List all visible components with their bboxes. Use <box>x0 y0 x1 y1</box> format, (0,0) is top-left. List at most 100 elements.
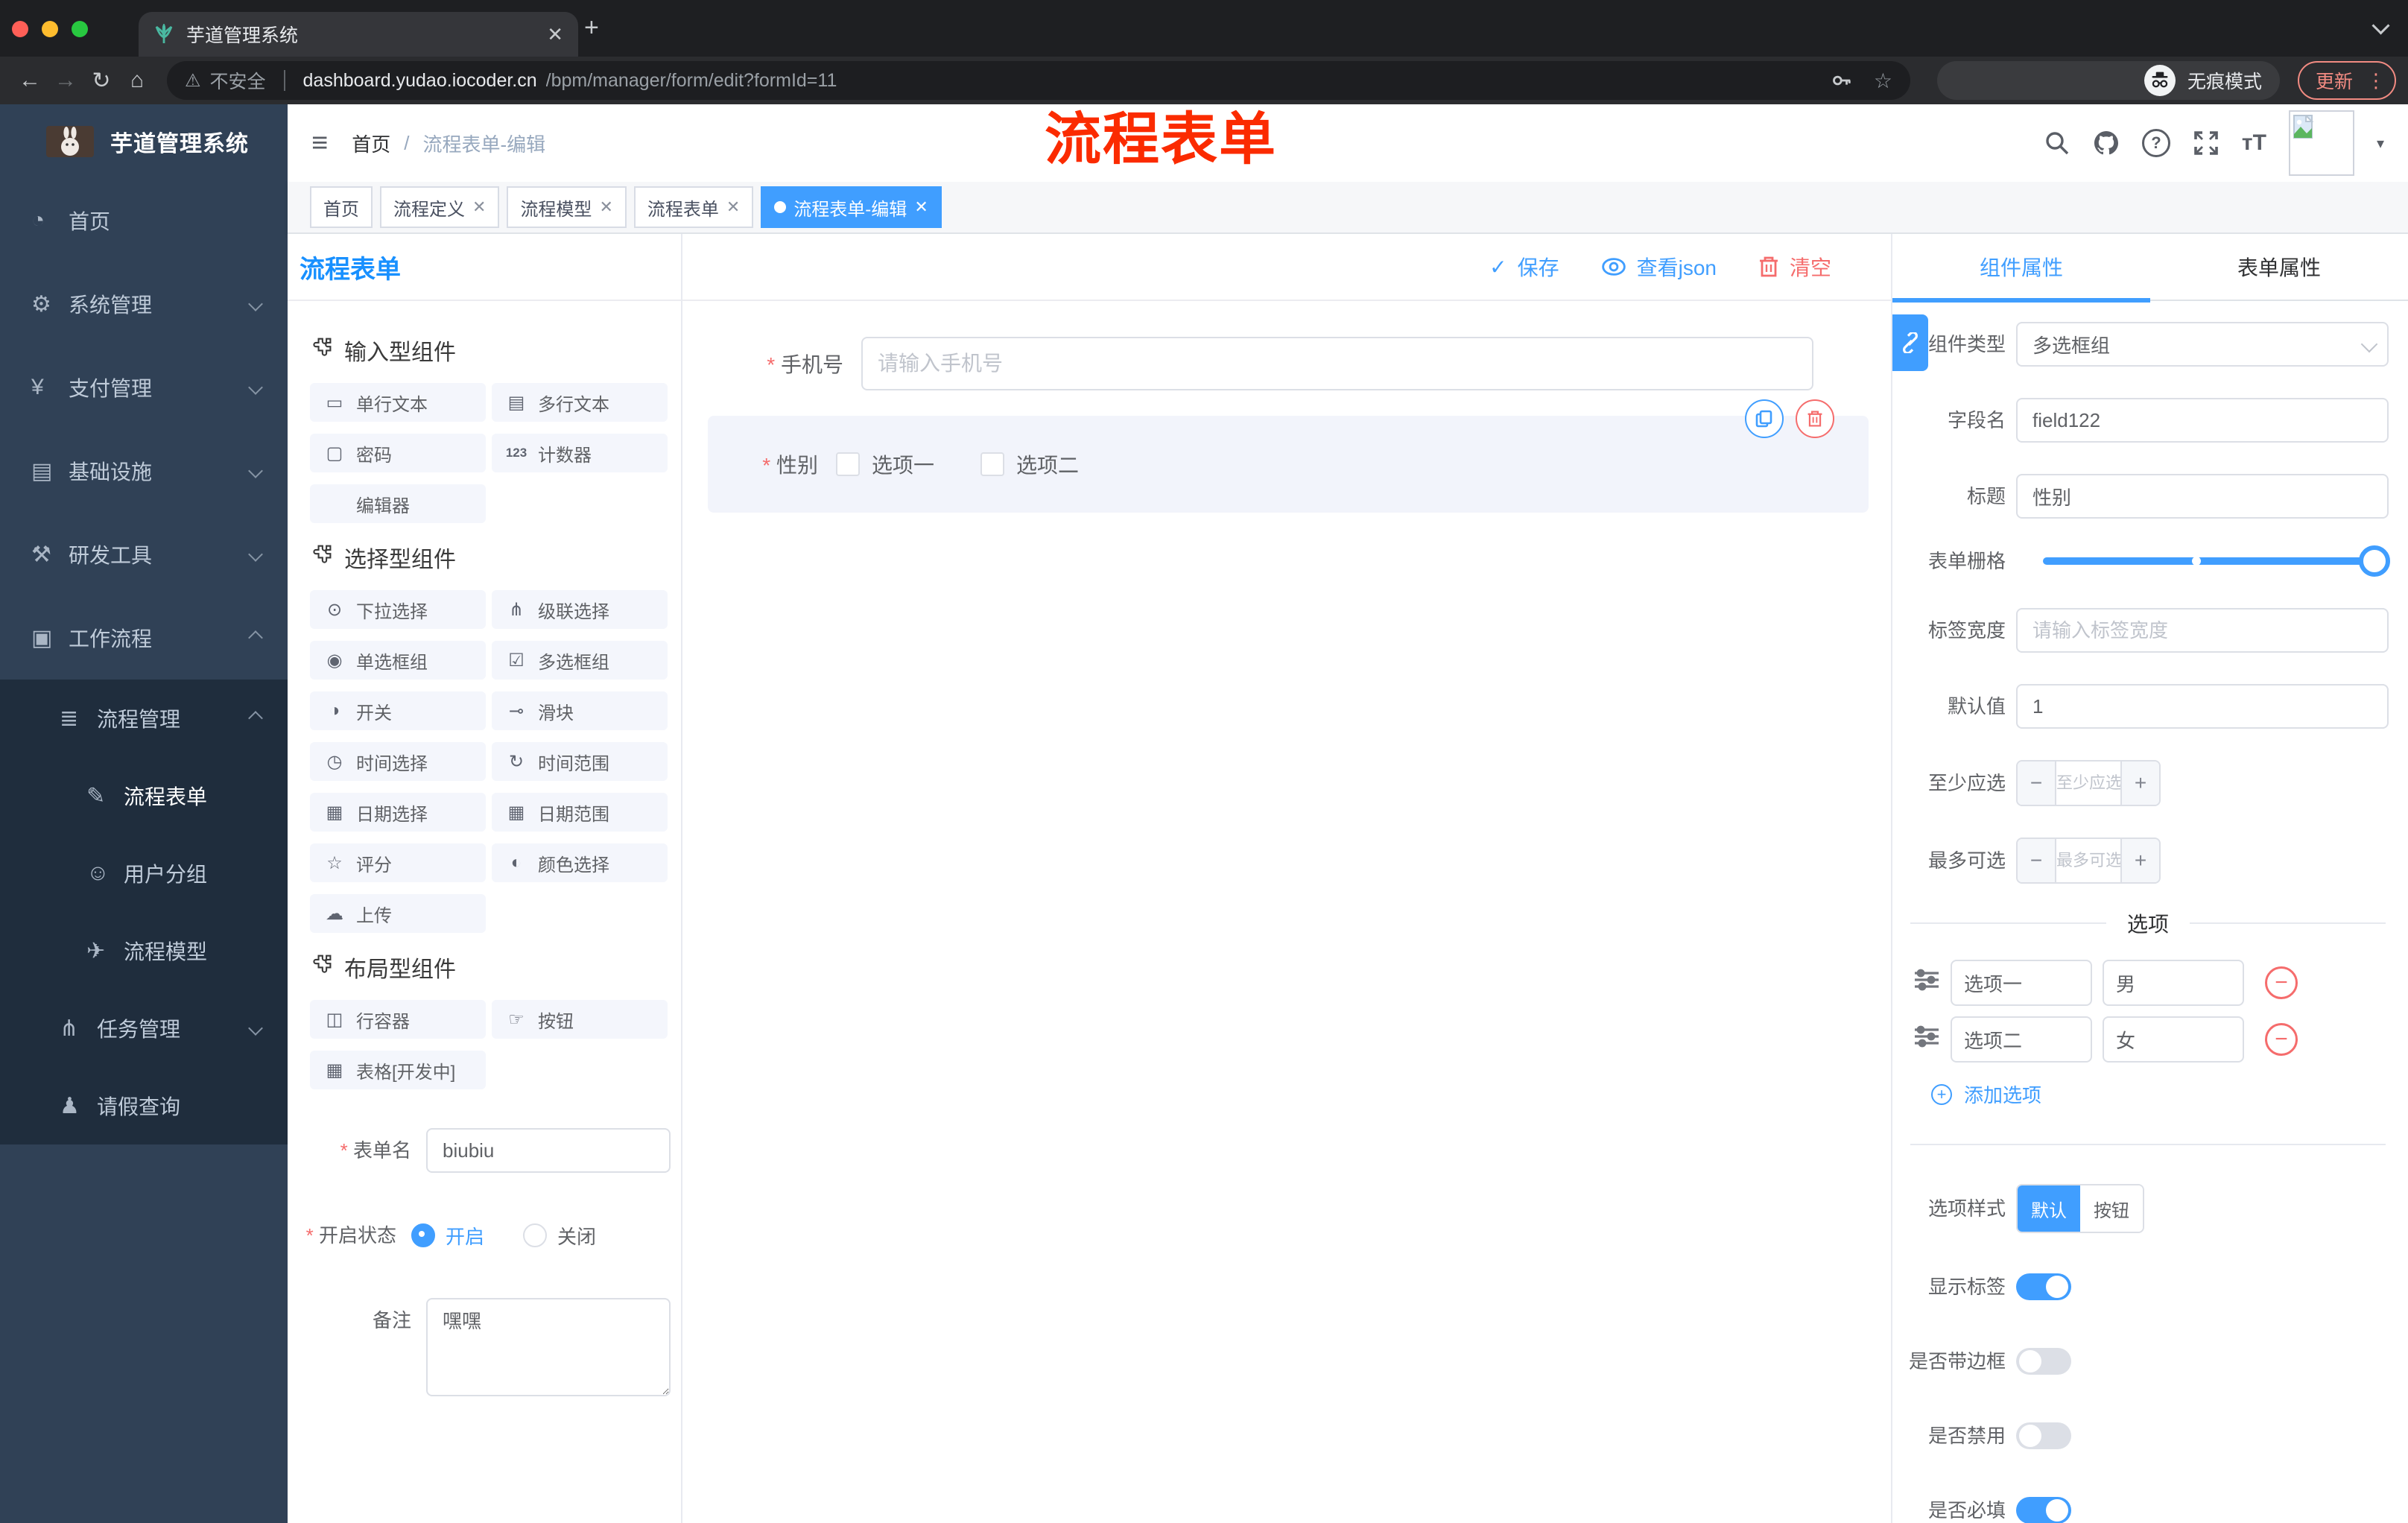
component-chip-评分[interactable]: ☆ 评分 <box>310 843 486 882</box>
tab-流程定义[interactable]: 流程定义 ✕ <box>380 186 500 228</box>
component-chip-单选框组[interactable]: ◉ 单选框组 <box>310 641 486 680</box>
option-label-input[interactable] <box>1951 960 2092 1006</box>
bookmark-star-icon[interactable]: ☆ <box>1874 69 1892 93</box>
drag-handle-icon[interactable] <box>1913 1025 1940 1054</box>
option-style-默认[interactable]: 默认 <box>2018 1185 2080 1232</box>
tag-close-icon[interactable]: ✕ <box>914 197 928 217</box>
tab-close-icon[interactable]: ✕ <box>547 23 563 46</box>
sidebar-item-流程模型[interactable]: ✈ 流程模型 <box>0 912 288 990</box>
checkbox-选项二[interactable] <box>980 452 1005 476</box>
label-width-input[interactable] <box>2016 608 2389 653</box>
slider-handle[interactable] <box>2359 545 2390 577</box>
tag-close-icon[interactable]: ✕ <box>472 197 486 217</box>
toggle-显示标签[interactable] <box>2016 1273 2071 1300</box>
form-remark-textarea[interactable]: 嘿嘿 <box>426 1298 671 1396</box>
component-chip-编辑器[interactable]: 编辑器 <box>310 484 486 523</box>
breadcrumb-home[interactable]: 首页 <box>352 130 390 157</box>
sidebar-item-系统管理[interactable]: ⚙ 系统管理 <box>0 262 288 346</box>
phone-input[interactable] <box>861 337 1813 390</box>
save-button[interactable]: ✓ 保存 <box>1489 252 1559 282</box>
avatar[interactable] <box>2288 110 2354 176</box>
reload-icon[interactable]: ↻ <box>83 68 119 94</box>
sidebar-item-请假查询[interactable]: ♟ 请假查询 <box>0 1067 288 1144</box>
back-icon[interactable]: ← <box>12 68 48 93</box>
avatar-caret-icon[interactable]: ▾ <box>2377 134 2384 153</box>
component-chip-日期范围[interactable]: ▦ 日期范围 <box>492 793 668 832</box>
status-radio-关闭[interactable] <box>523 1223 548 1247</box>
zoom-window-button[interactable] <box>72 21 88 37</box>
forward-icon[interactable]: → <box>48 68 83 93</box>
component-chip-表格[开发中][interactable]: ▦ 表格[开发中] <box>310 1051 486 1089</box>
component-chip-下拉选择[interactable]: ⊙ 下拉选择 <box>310 590 486 629</box>
component-chip-开关[interactable]: ◑ 开关 <box>310 691 486 730</box>
minus-button[interactable]: − <box>2018 762 2055 805</box>
remove-option-button[interactable]: − <box>2265 966 2298 999</box>
app-logo[interactable]: 芋道管理系统 <box>0 104 288 179</box>
sidebar-item-用户分组[interactable]: ☺ 用户分组 <box>0 835 288 912</box>
sidebar-item-首页[interactable]: ◔ 首页 <box>0 179 288 262</box>
clear-button[interactable]: 清空 <box>1758 252 1831 282</box>
option-style-按钮[interactable]: 按钮 <box>2080 1185 2143 1232</box>
browser-menu-dots-icon[interactable]: ⋮ <box>2366 69 2386 92</box>
sidebar-item-任务管理[interactable]: ⋔ 任务管理 <box>0 990 288 1067</box>
form-name-input[interactable] <box>426 1128 671 1173</box>
link-badge-icon[interactable] <box>1892 314 1928 371</box>
home-icon[interactable]: ⌂ <box>119 68 155 93</box>
status-radio-开启[interactable] <box>411 1223 435 1247</box>
browser-tab[interactable]: 芋道管理系统 ✕ <box>139 12 578 57</box>
tag-close-icon[interactable]: ✕ <box>599 197 612 217</box>
new-tab-button[interactable]: + <box>584 13 599 42</box>
tab-表单属性[interactable]: 表单属性 <box>2150 234 2408 300</box>
sidebar-item-工作流程[interactable]: ▣ 工作流程 <box>0 596 288 680</box>
sidebar-item-流程表单[interactable]: ✎ 流程表单 <box>0 757 288 835</box>
copy-component-button[interactable] <box>1745 399 1784 438</box>
toggle-是否带边框[interactable] <box>2016 1348 2071 1375</box>
tab-流程表单[interactable]: 流程表单 ✕ <box>633 186 754 228</box>
tab-首页[interactable]: 首页 <box>310 186 373 228</box>
update-browser-button[interactable]: 更新 ⋮ <box>2297 61 2396 100</box>
component-chip-滑块[interactable]: ⊸ 滑块 <box>492 691 668 730</box>
sidebar-item-基础设施[interactable]: ▤ 基础设施 <box>0 429 288 513</box>
tab-组件属性[interactable]: 组件属性 <box>1892 234 2150 300</box>
sidebar-item-流程管理[interactable]: ≣ 流程管理 <box>0 680 288 757</box>
font-size-icon[interactable]: ᴛT <box>2242 130 2266 156</box>
component-chip-计数器[interactable]: 123 计数器 <box>492 434 668 472</box>
component-type-select[interactable] <box>2016 322 2389 367</box>
github-icon[interactable] <box>2093 130 2120 156</box>
delete-component-button[interactable] <box>1796 399 1834 438</box>
plus-button[interactable]: + <box>2122 762 2159 805</box>
close-window-button[interactable] <box>12 21 28 37</box>
search-icon[interactable] <box>2044 130 2070 156</box>
not-secure-label[interactable]: 不安全 <box>210 67 266 94</box>
toggle-是否必填[interactable] <box>2016 1497 2071 1523</box>
tab-search-chevron-icon[interactable] <box>2371 16 2390 35</box>
max-select-input[interactable] <box>2055 839 2122 882</box>
sidebar-item-研发工具[interactable]: ⚒ 研发工具 <box>0 513 288 596</box>
tab-流程表单-编辑[interactable]: 流程表单-编辑 ✕ <box>761 186 942 228</box>
option-label-input[interactable] <box>1951 1016 2092 1063</box>
toggle-是否禁用[interactable] <box>2016 1422 2071 1449</box>
phone-field-row[interactable]: 手机号 <box>708 337 1869 390</box>
checkbox-选项一[interactable] <box>836 452 860 476</box>
plus-button[interactable]: + <box>2122 839 2159 882</box>
drag-handle-icon[interactable] <box>1913 969 1940 997</box>
remove-option-button[interactable]: − <box>2265 1023 2298 1056</box>
component-chip-密码[interactable]: ▢ 密码 <box>310 434 486 472</box>
component-chip-级联选择[interactable]: ⋔ 级联选择 <box>492 590 668 629</box>
default-value-input[interactable] <box>2016 684 2389 729</box>
address-bar[interactable]: ⚠ 不安全 dashboard.yudao.iocoder.cn/bpm/man… <box>167 61 1910 100</box>
component-chip-时间范围[interactable]: ↻ 时间范围 <box>492 742 668 781</box>
min-select-input[interactable] <box>2055 762 2122 805</box>
component-chip-单行文本[interactable]: ▭ 单行文本 <box>310 383 486 422</box>
collapse-sidebar-icon[interactable]: ≡ <box>311 127 328 159</box>
tag-close-icon[interactable]: ✕ <box>726 197 740 217</box>
sidebar-item-支付管理[interactable]: ¥ 支付管理 <box>0 346 288 429</box>
view-json-button[interactable]: 查看json <box>1601 252 1717 282</box>
component-chip-上传[interactable]: ☁ 上传 <box>310 894 486 933</box>
component-chip-行容器[interactable]: ◫ 行容器 <box>310 1000 486 1039</box>
password-key-icon[interactable] <box>1831 69 1853 92</box>
component-chip-多行文本[interactable]: ▤ 多行文本 <box>492 383 668 422</box>
component-chip-按钮[interactable]: ☞ 按钮 <box>492 1000 668 1039</box>
title-input[interactable] <box>2016 474 2389 519</box>
minus-button[interactable]: − <box>2018 839 2055 882</box>
